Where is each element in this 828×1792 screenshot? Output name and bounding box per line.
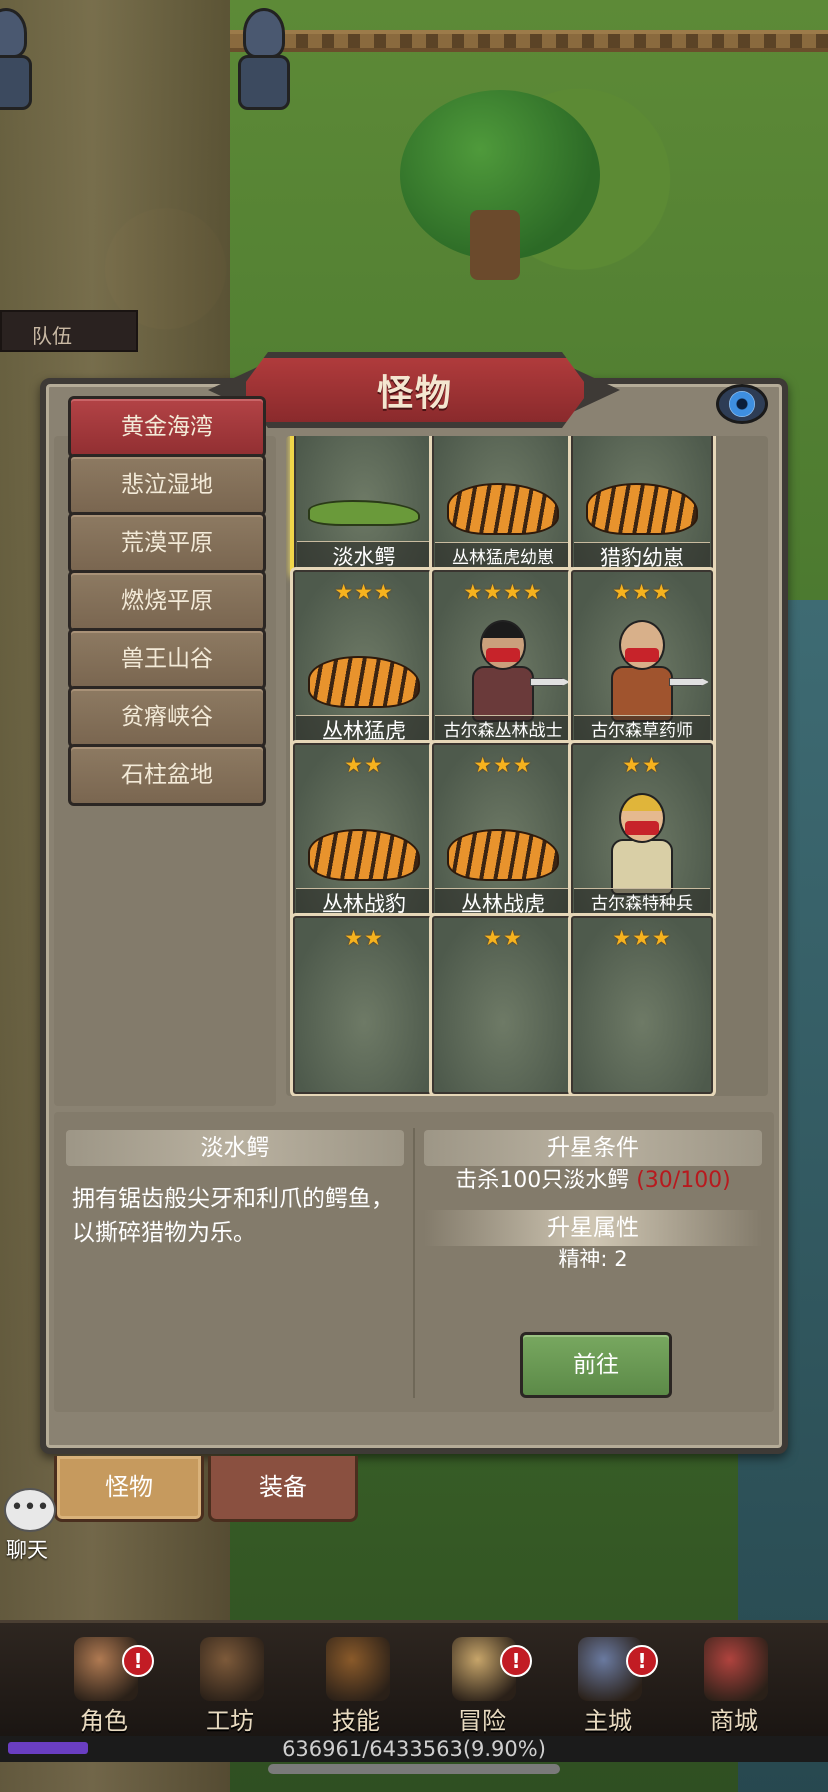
chat-label[interactable]: 聊天 [6,1534,48,1564]
nav-label: 主城 [584,1707,632,1735]
tiger-sprite [308,829,420,881]
star-rating: ★★ [344,753,384,777]
upgrade-condition-title: 升星条件 [424,1130,762,1166]
xp-text: 636961/6433563(9.90%) [282,1737,546,1761]
monster-card[interactable]: ★★★★ 古尔森丛林战士 [429,567,577,751]
region-button[interactable]: 兽王山谷 [68,628,266,690]
nav-item[interactable]: ! 主城 [548,1623,668,1741]
monster-card[interactable]: ★★ [429,913,577,1096]
chat-bubble-icon[interactable]: ••• [4,1488,56,1532]
monster-description: 拥有锯齿般尖牙和利爪的鳄鱼，以撕碎猎物为乐。 [72,1186,394,1246]
skill-book-icon [326,1637,390,1701]
region-button[interactable]: 荒漠平原 [68,512,266,574]
herbalist-body-sprite [611,666,673,722]
tiger-sprite [586,483,698,535]
monster-card[interactable]: ★★★ [568,913,716,1096]
knight-armor [238,55,290,110]
eye-icon[interactable] [716,384,768,424]
star-rating: ★★★ [612,926,672,950]
star-rating: ★★★ [473,753,533,777]
nav-item[interactable]: 技能 [296,1623,416,1741]
wooden-fence [230,30,828,52]
red-mask [625,821,659,835]
soldier-body-sprite [611,839,673,895]
detail-divider [413,1128,415,1398]
star-rating: ★★ [344,926,384,950]
red-mask [625,648,659,662]
monster-card[interactable]: ★★ 丛林战豹 [290,740,438,924]
panel-title-banner: 怪物 [240,352,590,428]
panel-title: 怪物 [376,373,453,414]
warrior-head-sprite [480,620,526,670]
tab-equipment[interactable]: 装备 [208,1456,358,1522]
knight-character [228,0,298,120]
monster-grid: ★★淡水鳄★★丛林猛虎幼崽★★猎豹幼崽★★★丛林猛虎★★★★古尔森丛林战士★★★… [286,436,768,1096]
go-button[interactable]: 前往 [520,1332,672,1398]
star-rating: ★★★ [612,580,672,604]
nav-item[interactable]: ! 冒险 [422,1623,542,1741]
monster-card[interactable]: ★★ [290,913,438,1096]
alert-badge: ! [122,1645,154,1677]
tiger-sprite [447,829,559,881]
tiger-sprite [308,656,420,708]
crocodile-sprite [308,500,420,526]
star-rating: ★★ [483,926,523,950]
monster-card[interactable]: ★★★ 古尔森草药师 [568,567,716,751]
star-rating: ★★★★ [463,580,543,604]
star-rating: ★★★ [334,580,394,604]
knight-armor [0,55,32,110]
upgrade-condition-text: 击杀100只淡水鳄 [455,1168,630,1193]
workshop-icon [200,1637,264,1701]
herbalist-head-sprite [619,620,665,670]
upgrade-attr-title: 升星属性 [424,1210,762,1246]
upgrade-attr-text: 精神: 2 [558,1247,628,1271]
alert-badge: ! [500,1645,532,1677]
nav-label: 角色 [80,1707,128,1735]
monster-card[interactable]: ★★淡水鳄 [290,436,438,578]
eye-iris [729,391,755,417]
nav-label: 冒险 [458,1707,506,1735]
shop-icon [704,1637,768,1701]
nav-item[interactable]: 工坊 [170,1623,290,1741]
knight-helmet [0,8,27,58]
nav-label: 技能 [332,1707,380,1735]
knight-character-left [0,0,40,120]
knight-helmet [243,8,285,58]
bottom-nav: ! 角色 工坊 技能! 冒险! 主城 商城 [0,1620,828,1740]
blade-icon [530,678,570,686]
region-button[interactable]: 悲泣湿地 [68,454,266,516]
tiger-sprite [447,483,559,535]
nav-label: 工坊 [206,1707,254,1735]
monster-card[interactable]: ★★ 古尔森特种兵 [568,740,716,924]
region-button[interactable]: 贫瘠峡谷 [68,686,266,748]
nav-label: 商城 [710,1707,758,1735]
monster-card[interactable]: ★★★ 丛林猛虎 [290,567,438,751]
nav-item[interactable]: ! 角色 [44,1623,164,1741]
monster-name-bar: 淡水鳄 [66,1130,404,1166]
home-indicator[interactable] [268,1764,560,1774]
warrior-body-sprite [472,666,534,722]
team-tab[interactable]: 队伍 [0,310,138,352]
blade-icon [669,678,709,686]
region-button[interactable]: 石柱盆地 [68,744,266,806]
alert-badge: ! [626,1645,658,1677]
upgrade-condition-progress: (30/100) [636,1168,731,1193]
nav-item[interactable]: 商城 [674,1623,794,1741]
tab-monster[interactable]: 怪物 [54,1456,204,1522]
monster-card[interactable]: ★★★ 丛林战虎 [429,740,577,924]
red-mask [486,648,520,662]
star-rating: ★★ [622,753,662,777]
upgrade-condition: 击杀100只淡水鳄 (30/100) [424,1164,762,1198]
soldier-head-sprite [619,793,665,843]
monster-card[interactable]: ★★猎豹幼崽 [568,436,716,578]
region-button[interactable]: 燃烧平原 [68,570,266,632]
monster-card[interactable]: ★★丛林猛虎幼崽 [429,436,577,578]
tree-trunk [470,210,520,280]
region-button[interactable]: 黄金海湾 [68,396,266,458]
